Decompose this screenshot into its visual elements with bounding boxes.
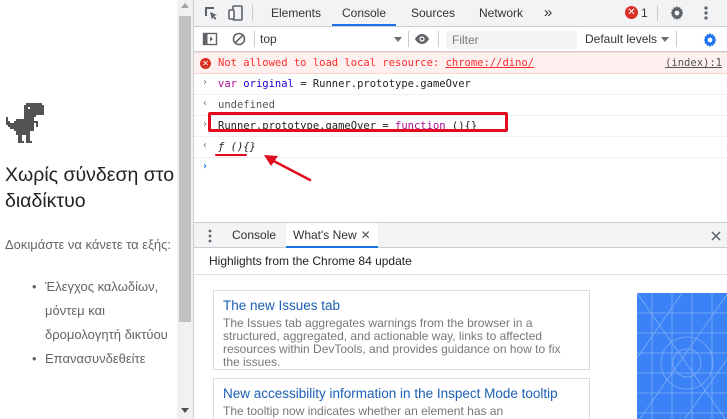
code-keyword: var — [218, 78, 237, 90]
sidebar-toggle-icon[interactable] — [202, 31, 218, 47]
context-select[interactable]: top — [260, 30, 404, 49]
error-icon: ✕ — [200, 58, 211, 69]
news-card[interactable]: The new Issues tab The Issues tab aggreg… — [213, 290, 590, 370]
gear-icon[interactable] — [669, 5, 685, 21]
scroll-down-arrow-icon[interactable] — [181, 408, 189, 413]
prompt-chevron-icon: › — [202, 161, 209, 172]
clear-console-icon[interactable] — [231, 31, 247, 47]
error-text: Not allowed to load local resource: — [218, 57, 446, 69]
devtools-toolbar: Elements Console Sources Network » ✕ 1 — [194, 0, 727, 27]
drawer-menu-icon[interactable] — [207, 229, 213, 243]
scroll-thumb[interactable] — [179, 16, 191, 322]
news-card-description: The tooltip now indicates whether an ele… — [223, 404, 504, 418]
offline-try-text: Δοκιμάστε να κάνετε τα εξής: — [5, 237, 171, 252]
tab-console[interactable]: Console — [332, 0, 396, 26]
whats-new-header: Highlights from the Chrome 84 update — [194, 248, 727, 275]
function-output[interactable]: ƒ (){} — [218, 141, 256, 153]
error-count[interactable]: 1 — [641, 0, 648, 26]
device-toolbar-icon[interactable] — [228, 5, 244, 21]
offline-page: Χωρίς σύνδεση στο διαδίκτυο Δοκιμάστε να… — [0, 0, 177, 419]
console-settings-icon[interactable] — [702, 32, 718, 48]
annotation-arrow-icon — [264, 155, 312, 182]
chevron-down-icon[interactable] — [661, 37, 669, 42]
toolbar-separator — [408, 31, 409, 47]
tab-sources[interactable]: Sources — [402, 0, 464, 26]
close-drawer-icon[interactable] — [710, 230, 722, 242]
news-card[interactable]: New accessibility information in the Ins… — [213, 378, 590, 419]
news-card-title[interactable]: New accessibility information in the Ins… — [223, 385, 580, 403]
toolbar-separator — [254, 31, 255, 47]
annotation-highlight-box — [208, 112, 508, 132]
filter-input[interactable] — [446, 31, 577, 49]
annotation-underline — [215, 154, 247, 156]
toolbar-separator — [438, 31, 439, 47]
devtools-promo-image — [637, 293, 727, 419]
drawer-tab-console[interactable]: Console — [224, 223, 284, 248]
more-options-icon[interactable] — [698, 5, 714, 21]
tab-elements[interactable]: Elements — [264, 0, 328, 26]
drawer-tab-bar: Console What's New ✕ — [194, 222, 727, 248]
error-url-link[interactable]: chrome://dino/ — [446, 57, 535, 69]
code-text: = Runner.prototype.gameOver — [293, 78, 471, 90]
whats-new-body: The new Issues tab The Issues tab aggreg… — [194, 276, 727, 419]
offline-title: Χωρίς σύνδεση στο διαδίκτυο — [5, 164, 175, 212]
toolbar-separator — [252, 5, 253, 21]
eye-icon[interactable] — [414, 31, 430, 47]
chevron-down-icon[interactable] — [394, 37, 402, 42]
console-toolbar: top Default levels — [194, 27, 727, 52]
more-tabs-icon[interactable]: » — [538, 0, 558, 26]
output-chevron-icon: ‹ — [202, 140, 209, 151]
drawer-tab-label: What's New — [293, 228, 357, 242]
scroll-up-arrow-icon[interactable] — [181, 3, 189, 8]
toolbar-separator — [657, 5, 658, 21]
error-badge-icon[interactable]: ✕ — [625, 6, 638, 19]
input-chevron-icon: › — [202, 77, 209, 88]
log-levels-select[interactable]: Default levels — [585, 30, 657, 49]
console-error-message: ✕ Not allowed to load local resource: ch… — [194, 52, 727, 74]
tab-network[interactable]: Network — [470, 0, 532, 26]
inspect-element-icon[interactable] — [203, 5, 219, 21]
devtools-panel: Elements Console Sources Network » ✕ 1 t… — [193, 0, 727, 419]
news-card-description: The Issues tab aggregates warnings from … — [223, 316, 561, 369]
close-icon[interactable]: ✕ — [361, 228, 371, 242]
error-source-link[interactable]: (index):1 — [665, 57, 722, 69]
suggestion-list: Έλεγχος καλωδίων, μόντεμ και δρομολογητή… — [32, 275, 177, 371]
console-input-line: › var original = Runner.prototype.gameOv… — [194, 74, 727, 95]
suggestion-item: Επανασυνδεθείτε — [32, 347, 177, 371]
console-messages: ✕ Not allowed to load local resource: ch… — [194, 52, 727, 217]
drawer-tab-whats-new[interactable]: What's New ✕ — [286, 223, 378, 248]
suggestion-item: Έλεγχος καλωδίων, μόντεμ και δρομολογητή… — [32, 275, 177, 347]
dino-icon[interactable] — [6, 103, 46, 145]
output-text: undefined — [218, 99, 275, 111]
news-card-title[interactable]: The new Issues tab — [223, 297, 580, 315]
output-chevron-icon: ‹ — [202, 98, 209, 109]
code-variable: original — [243, 78, 294, 90]
toolbar-separator — [676, 31, 677, 47]
page-scrollbar[interactable] — [177, 0, 193, 419]
